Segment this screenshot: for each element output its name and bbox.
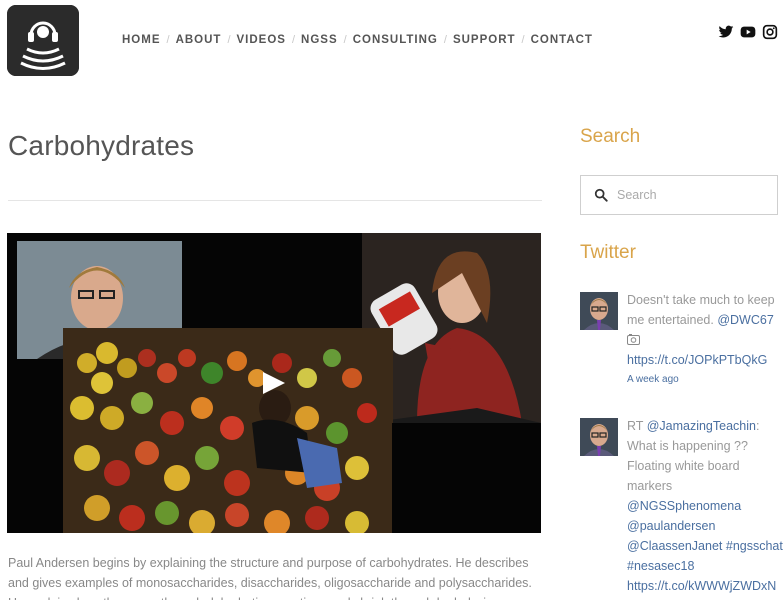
nav-separator: / bbox=[227, 34, 231, 46]
instagram-icon[interactable] bbox=[762, 24, 778, 40]
nav-consulting[interactable]: CONSULTING bbox=[353, 34, 438, 46]
tweet-mention[interactable]: @NGSSphenomena bbox=[627, 499, 741, 513]
youtube-icon[interactable] bbox=[740, 24, 756, 40]
search-box[interactable] bbox=[580, 175, 778, 215]
nav-ngss[interactable]: NGSS bbox=[301, 34, 338, 46]
video-description: Paul Andersen begins by explaining the s… bbox=[8, 556, 532, 600]
nav-separator: / bbox=[166, 34, 170, 46]
nav-separator: / bbox=[521, 34, 525, 46]
tweet-text: RT @JamazingTeachin: What is happening ?… bbox=[627, 416, 784, 596]
tweet-mention[interactable]: @JamazingTeachin bbox=[647, 419, 756, 433]
nav-separator: / bbox=[443, 34, 447, 46]
search-icon bbox=[594, 188, 608, 202]
nav-about[interactable]: ABOUT bbox=[176, 34, 222, 46]
tweet-mention[interactable]: @DWC67 bbox=[717, 313, 773, 327]
nav-contact[interactable]: CONTACT bbox=[531, 34, 593, 46]
video-thumbnail bbox=[7, 233, 541, 533]
site-logo[interactable] bbox=[7, 5, 79, 76]
headphones-logo-icon bbox=[7, 5, 79, 76]
tweet-prefix: RT bbox=[627, 419, 647, 433]
twitter-icon[interactable] bbox=[718, 24, 734, 40]
page-title: Carbohydrates bbox=[8, 130, 195, 161]
tweet-link[interactable]: https://t.co/JOPkPTbQkG bbox=[627, 353, 767, 367]
nav-home[interactable]: HOME bbox=[122, 34, 161, 46]
tweet-hashtag[interactable]: #nesasec18 bbox=[627, 559, 694, 573]
social-links bbox=[718, 24, 778, 40]
tweet-text: Doesn't take much to keep me entertained… bbox=[627, 290, 784, 388]
video-player[interactable] bbox=[7, 233, 541, 533]
nav-support[interactable]: SUPPORT bbox=[453, 34, 516, 46]
title-divider bbox=[8, 200, 542, 201]
nav-videos[interactable]: VIDEOS bbox=[237, 34, 286, 46]
nav-separator: / bbox=[291, 34, 296, 46]
avatar[interactable] bbox=[580, 418, 618, 456]
twitter-heading: Twitter bbox=[580, 242, 636, 263]
main-nav: HOME / ABOUT / VIDEOS / NGSS / CONSULTIN… bbox=[122, 33, 593, 47]
search-input[interactable] bbox=[617, 188, 767, 202]
nav-separator: / bbox=[343, 34, 347, 46]
tweet-link[interactable]: https://t.co/kWWWjZWDxN bbox=[627, 579, 776, 593]
avatar[interactable] bbox=[580, 292, 618, 330]
photo-icon bbox=[627, 334, 640, 345]
search-heading: Search bbox=[580, 126, 641, 147]
tweet-time[interactable]: A week ago bbox=[627, 372, 784, 388]
tweet-mention[interactable]: @paulandersen bbox=[627, 519, 715, 533]
tweet-mention[interactable]: @ClaassenJanet bbox=[627, 539, 722, 553]
tweet-hashtag[interactable]: #ngsschat bbox=[726, 539, 783, 553]
